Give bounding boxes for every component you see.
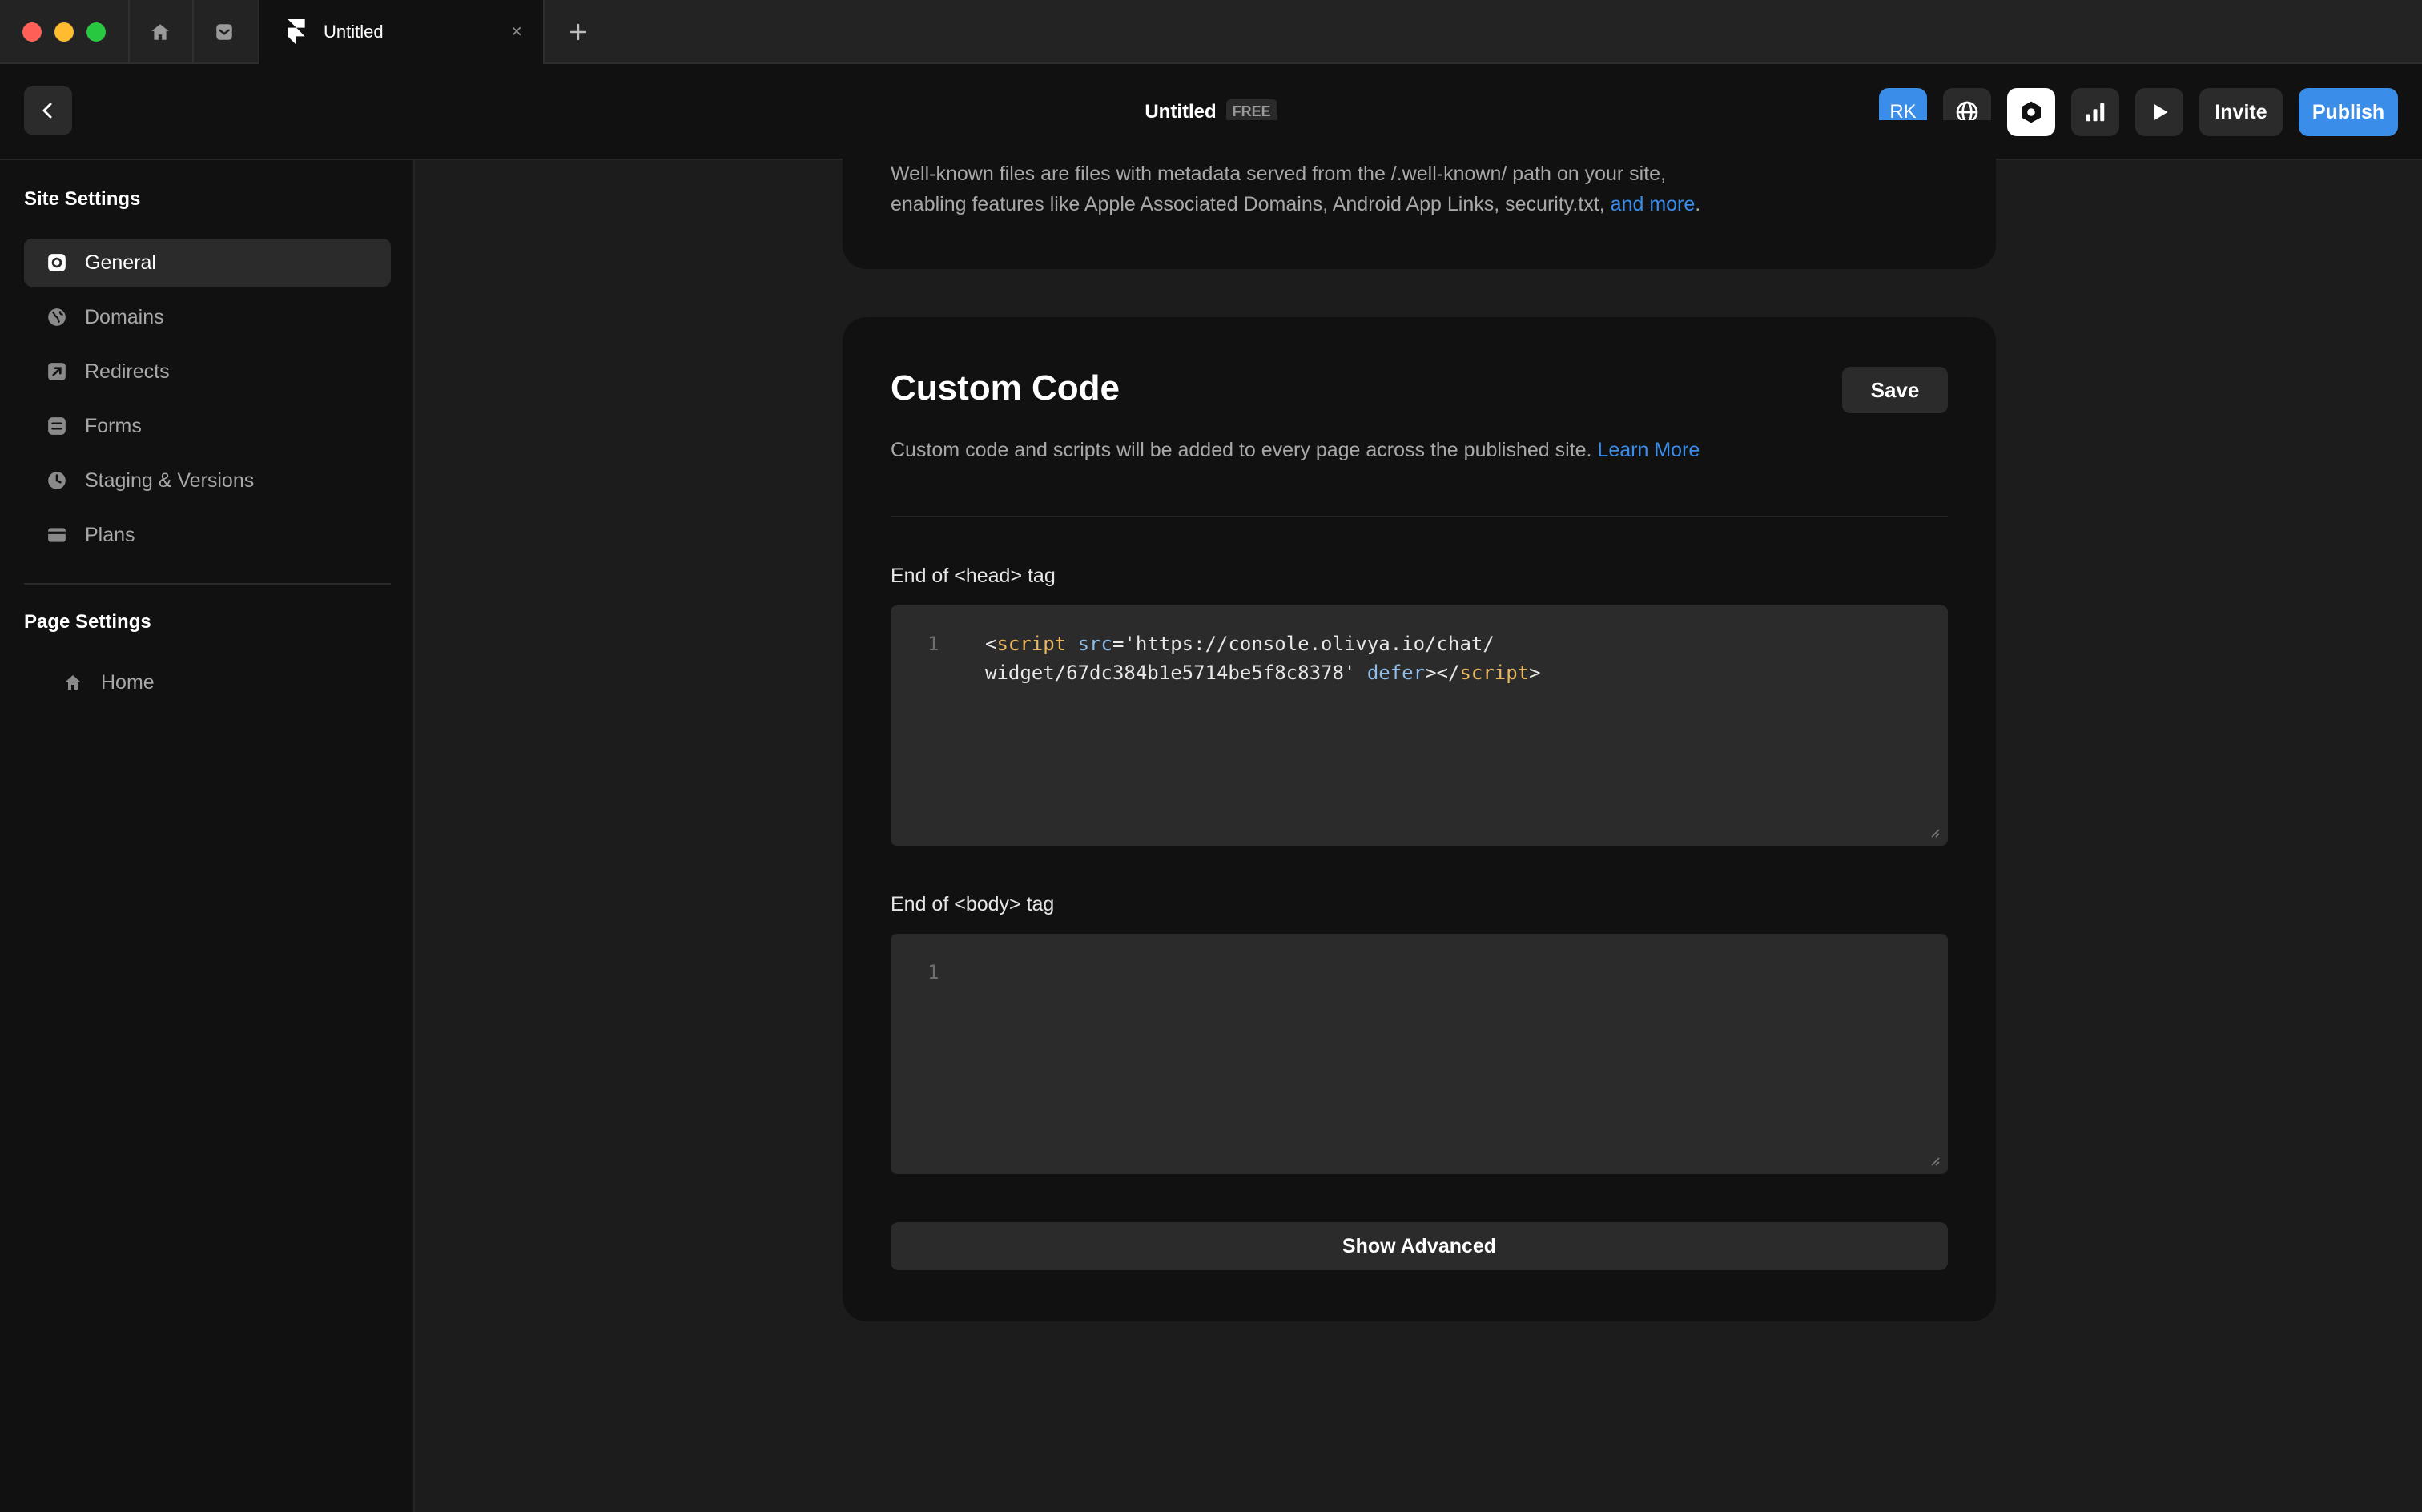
head-code-editor[interactable]: 1 <script src='https://console.olivya.io… [891,605,1948,846]
invite-button[interactable]: Invite [2199,88,2283,136]
home-icon [62,672,83,693]
sidebar-item-staging-versions[interactable]: Staging & Versions [24,456,391,505]
preview-button[interactable] [2135,88,2183,136]
gear-icon [46,252,67,273]
sidebar-item-forms[interactable]: Forms [24,402,391,450]
head-tag-label: End of <head> tag [891,565,1056,587]
learn-more-link[interactable]: Learn More [1597,439,1700,461]
line-number: 1 [927,961,939,983]
tab-title: Untitled [324,22,384,42]
project-name: Untitled [1145,101,1217,123]
show-advanced-button[interactable]: Show Advanced [891,1222,1948,1270]
zoom-window-button[interactable] [86,22,106,42]
custom-code-title: Custom Code [891,368,1120,408]
sidebar-item-redirects[interactable]: Redirects [24,348,391,396]
close-tab-icon[interactable]: × [511,19,522,45]
body-tag-label: End of <body> tag [891,893,1055,915]
head-code-content[interactable]: <script src='https://console.olivya.io/c… [985,629,1866,687]
tab-separator [128,0,130,64]
sidebar-item-label: Plans [85,523,135,546]
sidebar-divider [24,583,391,585]
resize-handle-icon[interactable] [1929,1155,1940,1166]
well-known-files-card: Well-known files are files with metadata… [843,120,1996,269]
framer-logo-icon [287,19,306,49]
close-window-button[interactable] [22,22,42,42]
save-button[interactable]: Save [1842,367,1948,413]
tab-separator [192,0,194,64]
publish-button[interactable]: Publish [2299,88,2398,136]
resize-handle-icon[interactable] [1929,826,1940,838]
page-settings-heading: Page Settings [24,611,151,633]
minimize-window-button[interactable] [54,22,74,42]
well-known-description: Well-known files are files with metadata… [891,163,1701,215]
redirect-arrow-icon [46,361,67,382]
home-icon[interactable] [143,14,178,50]
body-code-editor[interactable]: 1 [891,934,1948,1174]
sidebar-item-label: General [85,251,156,274]
line-number: 1 [927,633,939,655]
sidebar-item-label: Staging & Versions [85,468,255,492]
hexagon-gear-icon [2022,101,2041,123]
card-icon [46,525,67,545]
section-divider [891,516,1948,517]
custom-code-description: Custom code and scripts will be added to… [891,439,1700,461]
sidebar-item-label: Forms [85,414,142,437]
analytics-button[interactable] [2071,88,2119,136]
sidebar-item-label: Domains [85,305,164,328]
sidebar-item-label: Home [101,670,155,694]
site-settings-heading: Site Settings [24,188,141,210]
sidebar-item-domains[interactable]: Domains [24,293,391,341]
play-icon [2154,103,2168,121]
sidebar-item-plans[interactable]: Plans [24,511,391,559]
custom-code-card: Custom Code Save Custom code and scripts… [843,317,1996,1321]
and-more-link[interactable]: and more [1611,193,1696,215]
bar-chart-icon [2086,103,2105,122]
settings-sidebar: Site Settings General Domains Redirects … [0,160,415,1512]
sidebar-item-general[interactable]: General [24,239,391,287]
settings-button[interactable] [2007,88,2055,136]
inbox-icon[interactable] [207,14,242,50]
tab-untitled[interactable]: Untitled × [258,0,545,64]
clock-icon [46,470,67,491]
sidebar-item-label: Redirects [85,360,170,383]
plus-icon [569,23,587,41]
form-icon [46,416,67,436]
tab-bar: Untitled × [0,0,2422,64]
new-tab-button[interactable] [561,14,596,50]
globe-icon [46,307,67,328]
sidebar-item-home[interactable]: Home [40,658,391,706]
